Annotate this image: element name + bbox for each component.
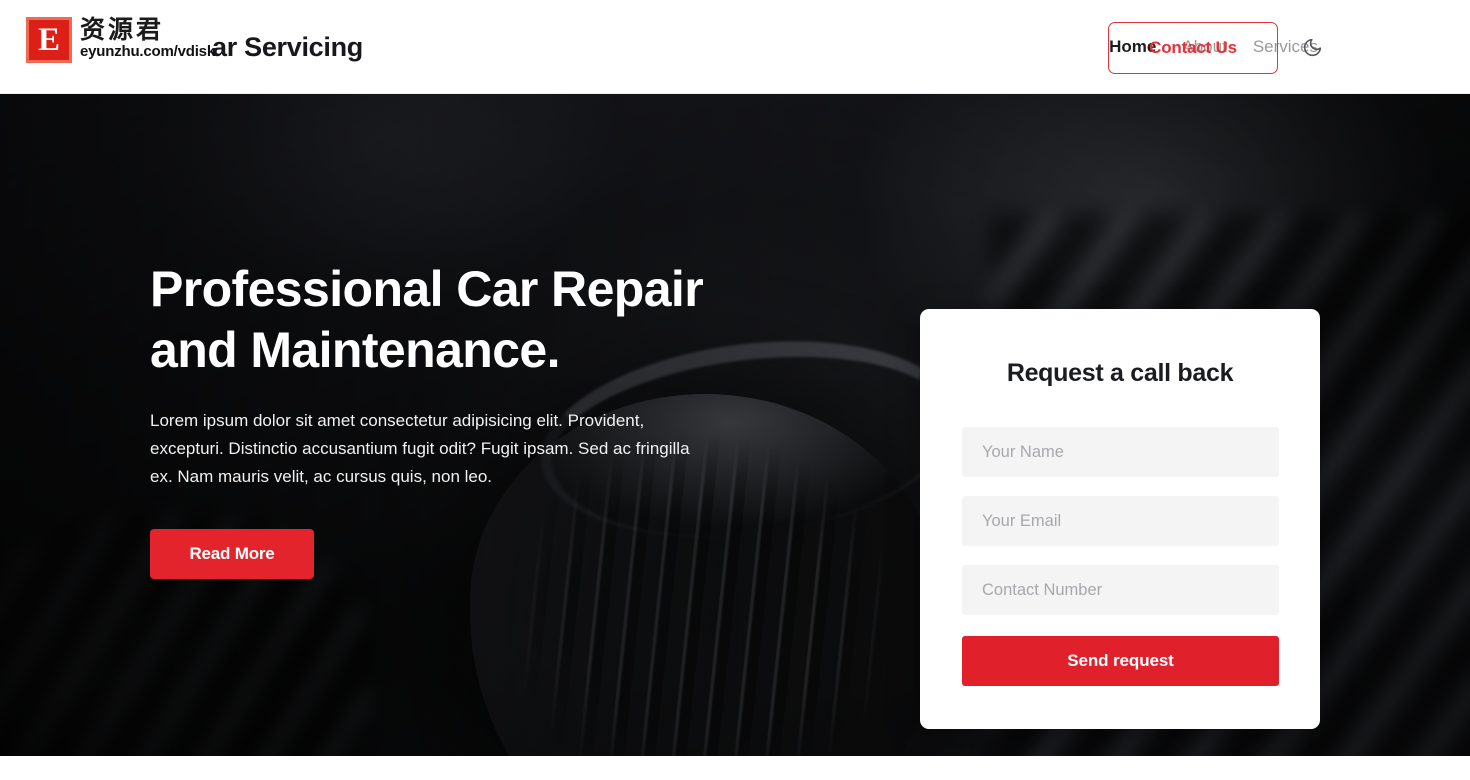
callback-card-title: Request a call back: [1006, 359, 1234, 387]
page-bottom-spacer: [0, 756, 1470, 780]
read-more-button[interactable]: Read More: [150, 529, 314, 579]
hero-section: Professional Car Repair and Maintenance.…: [0, 94, 1470, 756]
contact-us-button[interactable]: Contact Us: [1108, 22, 1278, 74]
dark-mode-toggle[interactable]: [1296, 31, 1328, 63]
send-request-button[interactable]: Send request: [962, 636, 1279, 686]
hero-title-line-2: and Maintenance.: [150, 322, 561, 378]
your-name-input[interactable]: [962, 427, 1279, 477]
hero-title-line-1: Professional Car Repair: [150, 261, 704, 317]
hero-copy: Professional Car Repair and Maintenance.…: [150, 259, 730, 579]
site-header: ar Servicing E 资源君 eyunzhu.com/vdisk Hom…: [0, 0, 1470, 94]
brand[interactable]: ar Servicing: [26, 0, 363, 94]
contact-number-input[interactable]: [962, 565, 1279, 615]
your-email-input[interactable]: [962, 496, 1279, 546]
request-callback-card: Request a call back Send request: [920, 309, 1320, 729]
hero-title: Professional Car Repair and Maintenance.: [150, 259, 730, 381]
moon-icon: [1303, 38, 1321, 56]
hero-paragraph: Lorem ipsum dolor sit amet consectetur a…: [150, 411, 690, 486]
brand-title: ar Servicing: [212, 31, 363, 62]
